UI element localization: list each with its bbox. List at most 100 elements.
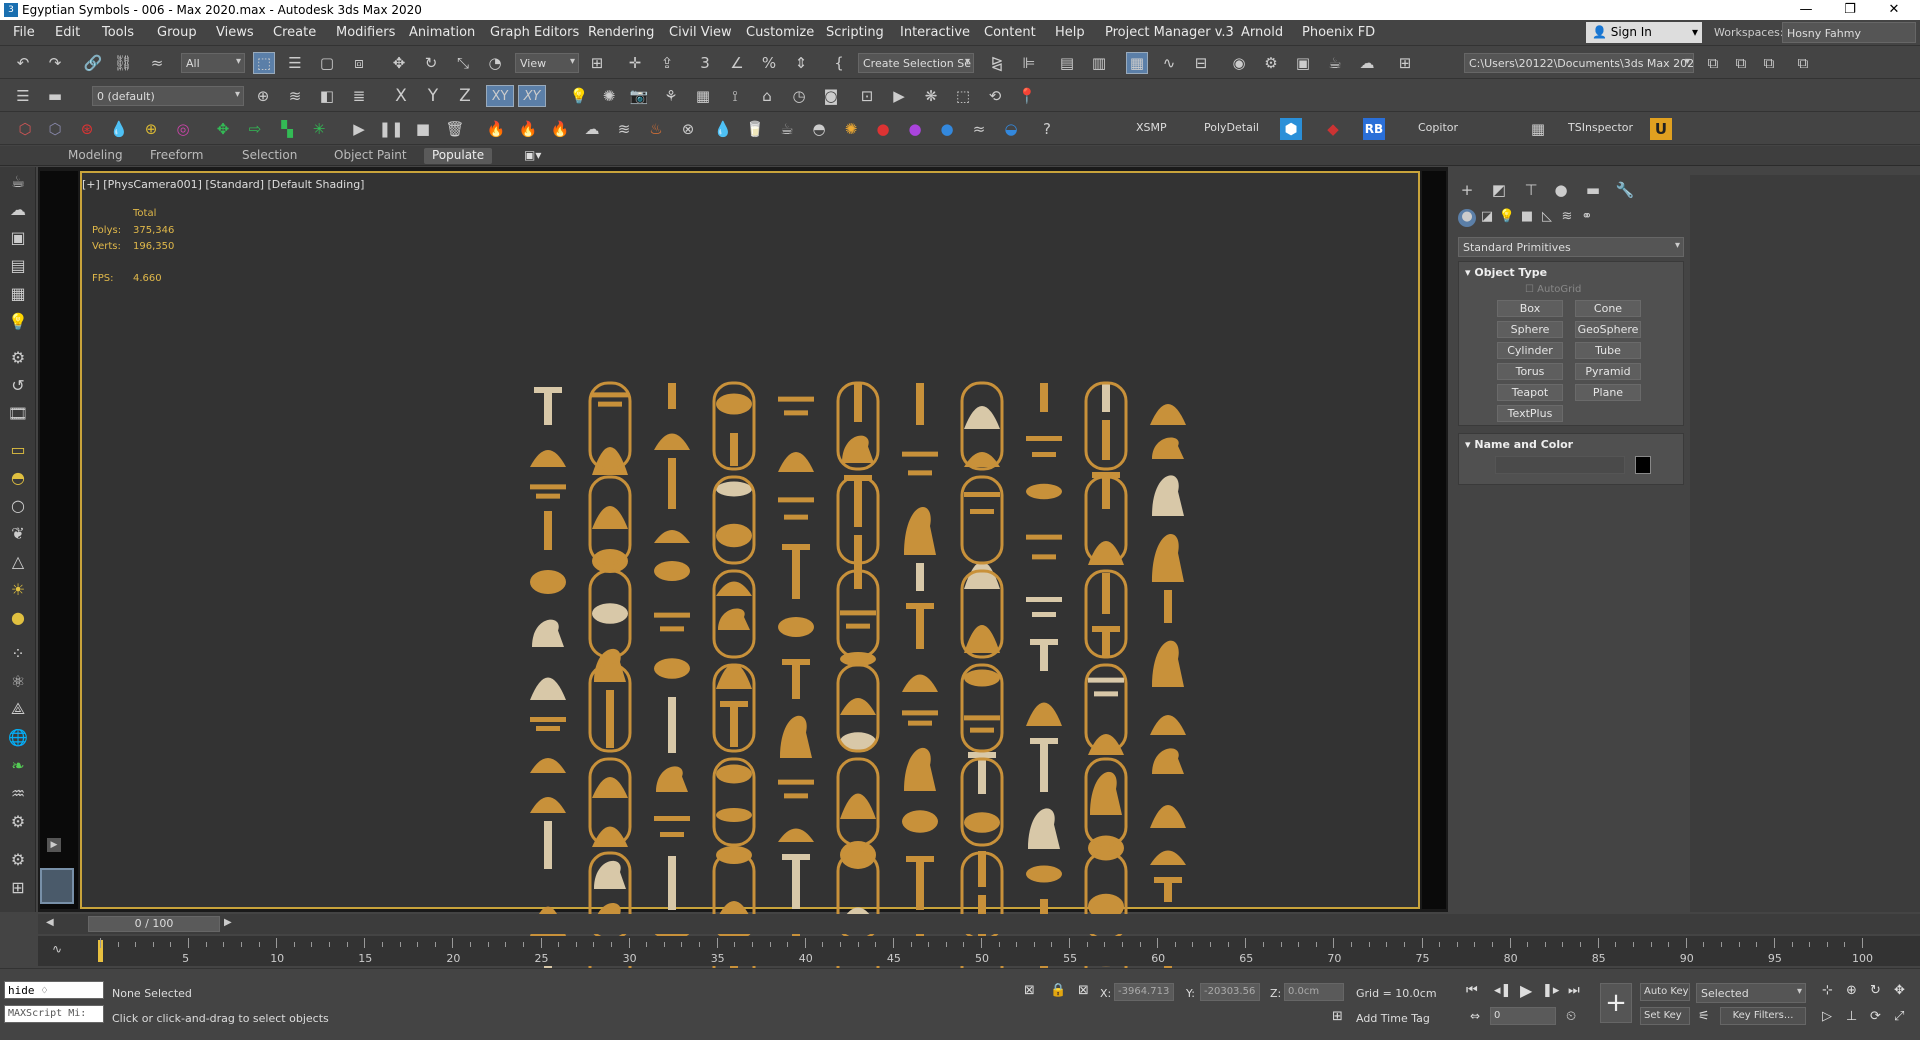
pan-icon[interactable]: ✥ (1894, 983, 1905, 998)
z-coord-field[interactable]: 0.0cm (1284, 983, 1344, 1001)
wave-icon[interactable]: ◒ (1000, 118, 1022, 140)
menu-customize[interactable]: Customize (746, 25, 814, 40)
menu-project-manager[interactable]: Project Manager v.3 (1105, 25, 1234, 40)
trash-icon[interactable]: 🗑 (444, 118, 466, 140)
angle-snap-icon[interactable]: ∠ (726, 52, 748, 74)
settings-icon[interactable]: ⚙ (5, 847, 31, 871)
tsinspector-button[interactable]: TSInspector (1568, 121, 1633, 134)
tab-modeling[interactable]: Modeling (60, 148, 131, 164)
minimize-icon[interactable]: — (1784, 0, 1828, 20)
set-key-big-icon[interactable]: + (1600, 983, 1632, 1023)
create-tab-icon[interactable]: + (1456, 181, 1478, 201)
key-set-dropdown[interactable]: Selected (1696, 983, 1806, 1003)
autogrid-checkbox[interactable]: ☐ AutoGrid (1525, 284, 1581, 295)
time-tag-icon[interactable]: ⊞ (1332, 1009, 1343, 1024)
purple-sphere-icon[interactable]: ● (904, 118, 926, 140)
camera-viewport[interactable] (80, 171, 1420, 1040)
safe-frame-icon[interactable]: ⊡ (856, 85, 878, 107)
menu-file[interactable]: File (13, 25, 35, 40)
wind-icon[interactable]: ≋ (613, 118, 635, 140)
curve-editor-icon[interactable]: ∿ (1158, 52, 1180, 74)
tab-selection[interactable]: Selection (234, 148, 305, 164)
u-tool-icon[interactable]: U (1650, 118, 1672, 140)
next-frame-icon[interactable]: ❚▸ (1542, 983, 1559, 998)
viewport-label[interactable]: [+] [PhysCamera001] [Standard] [Default … (82, 178, 364, 191)
teapot-button[interactable]: Teapot (1497, 384, 1563, 401)
key-mode-icon[interactable]: ⇔ (1470, 1009, 1480, 1023)
project-folder-icon[interactable]: ⧉ (1702, 52, 1724, 74)
smoke-icon[interactable]: ☁ (581, 118, 603, 140)
light-icon[interactable]: 💡 (568, 85, 590, 107)
layers-icon[interactable]: ☰ (12, 85, 34, 107)
object-type-header[interactable]: ▾ Object Type (1459, 262, 1683, 283)
slider-next-icon[interactable]: ▶ (224, 917, 232, 928)
loop-icon[interactable]: ↺ (5, 373, 31, 397)
roll-icon[interactable]: ⟳ (1870, 1009, 1881, 1024)
goto-start-icon[interactable]: ⏮ (1466, 983, 1478, 998)
target-icon[interactable]: ✥ (212, 118, 234, 140)
scene-icon[interactable]: ▤ (5, 253, 31, 277)
camera-icon[interactable]: 📷 (628, 85, 650, 107)
workspace-dropdown[interactable]: Hosny Fahmy (1782, 22, 1916, 43)
redo-icon[interactable]: ↷ (44, 52, 66, 74)
triangle-net-icon[interactable]: ⟁ (5, 697, 31, 721)
globe-icon[interactable]: 🌐 (5, 725, 31, 749)
scene-explorer-icon[interactable]: ▤ (1056, 52, 1078, 74)
diamond-tool-icon[interactable]: ◆ (1322, 118, 1344, 140)
goto-end-icon[interactable]: ⏭ (1568, 983, 1580, 998)
teapot-icon[interactable]: ☕ (5, 169, 31, 193)
select-in-layer-icon[interactable]: ◧ (316, 85, 338, 107)
zoom-extents-icon[interactable]: ⊹ (1822, 983, 1833, 998)
fire-source-icon[interactable]: 🔥 (517, 118, 539, 140)
hierarchy-tab-icon[interactable]: ⊤ (1520, 181, 1542, 201)
menu-tools[interactable]: Tools (102, 25, 134, 40)
axis-xy-button[interactable]: XY (486, 85, 514, 107)
absolute-mode-icon[interactable]: ⊠ (1078, 983, 1089, 998)
layer-manager-icon[interactable]: ≣ (348, 85, 370, 107)
geometry-icon[interactable]: ● (1458, 209, 1476, 227)
vortex-icon[interactable]: ⊗ (677, 118, 699, 140)
display-tab-icon[interactable]: ▬ (1582, 181, 1604, 201)
panel-icon[interactable]: ▦ (5, 281, 31, 305)
play-icon[interactable]: ▶ (348, 118, 370, 140)
layer-stack-icon[interactable]: ≋ (284, 85, 306, 107)
polydetail-button[interactable]: PolyDetail (1204, 121, 1259, 134)
blue-sphere-icon[interactable]: ● (936, 118, 958, 140)
rectangular-selection-icon[interactable]: ▢ (316, 52, 338, 74)
leaf-icon[interactable]: ❧ (5, 753, 31, 777)
axis-x-button[interactable]: X (390, 85, 412, 107)
object-category-dropdown[interactable]: Standard Primitives (1458, 237, 1684, 257)
menu-content[interactable]: Content (984, 25, 1036, 40)
layer-visibility-icon[interactable]: ▬ (44, 85, 66, 107)
menu-rendering[interactable]: Rendering (588, 25, 654, 40)
cylinder-button[interactable]: Cylinder (1497, 342, 1563, 359)
project-save-icon[interactable]: ⧉ (1758, 52, 1780, 74)
inspector-icon[interactable]: ▦ (1527, 118, 1549, 140)
auto-key-button[interactable]: Auto Key (1640, 983, 1690, 1001)
add-time-tag-button[interactable]: Add Time Tag (1356, 1012, 1430, 1025)
torus-button[interactable]: Torus (1497, 363, 1563, 380)
cube-icon[interactable]: ⬡ (14, 118, 36, 140)
dome-icon[interactable]: ◓ (5, 465, 31, 489)
axis-z-button[interactable]: Z (454, 85, 476, 107)
cameras-icon[interactable]: ■ (1518, 209, 1536, 227)
cube-tool-icon[interactable]: ⬢ (1280, 118, 1302, 140)
menu-create[interactable]: Create (273, 25, 316, 40)
project-open-icon[interactable]: ⧉ (1730, 52, 1752, 74)
slider-prev-icon[interactable]: ◀ (46, 917, 54, 928)
modifier-icon[interactable]: ⚙ (5, 345, 31, 369)
spinner-snap-icon[interactable]: ⇕ (790, 52, 812, 74)
ribbon-toggle-icon[interactable]: ▦ (1126, 52, 1148, 74)
utilities-tab-icon[interactable]: 🔧 (1614, 181, 1636, 201)
tab-populate[interactable]: Populate (424, 148, 493, 164)
edit-named-selection-icon[interactable]: { (828, 52, 850, 74)
pause-icon[interactable]: ❚❚ (378, 118, 403, 140)
reference-coordinate-dropdown[interactable]: View (515, 53, 579, 73)
current-layer-dropdown[interactable]: 0 (default) (92, 86, 244, 106)
a360-icon[interactable]: ⊞ (1394, 52, 1416, 74)
textplus-button[interactable]: TextPlus (1497, 405, 1563, 422)
ocean-icon[interactable]: ≈ (968, 118, 990, 140)
selection-filter-dropdown[interactable]: All (181, 53, 245, 73)
tube-button[interactable]: Tube (1575, 342, 1641, 359)
render-icon[interactable]: ▣ (5, 225, 31, 249)
